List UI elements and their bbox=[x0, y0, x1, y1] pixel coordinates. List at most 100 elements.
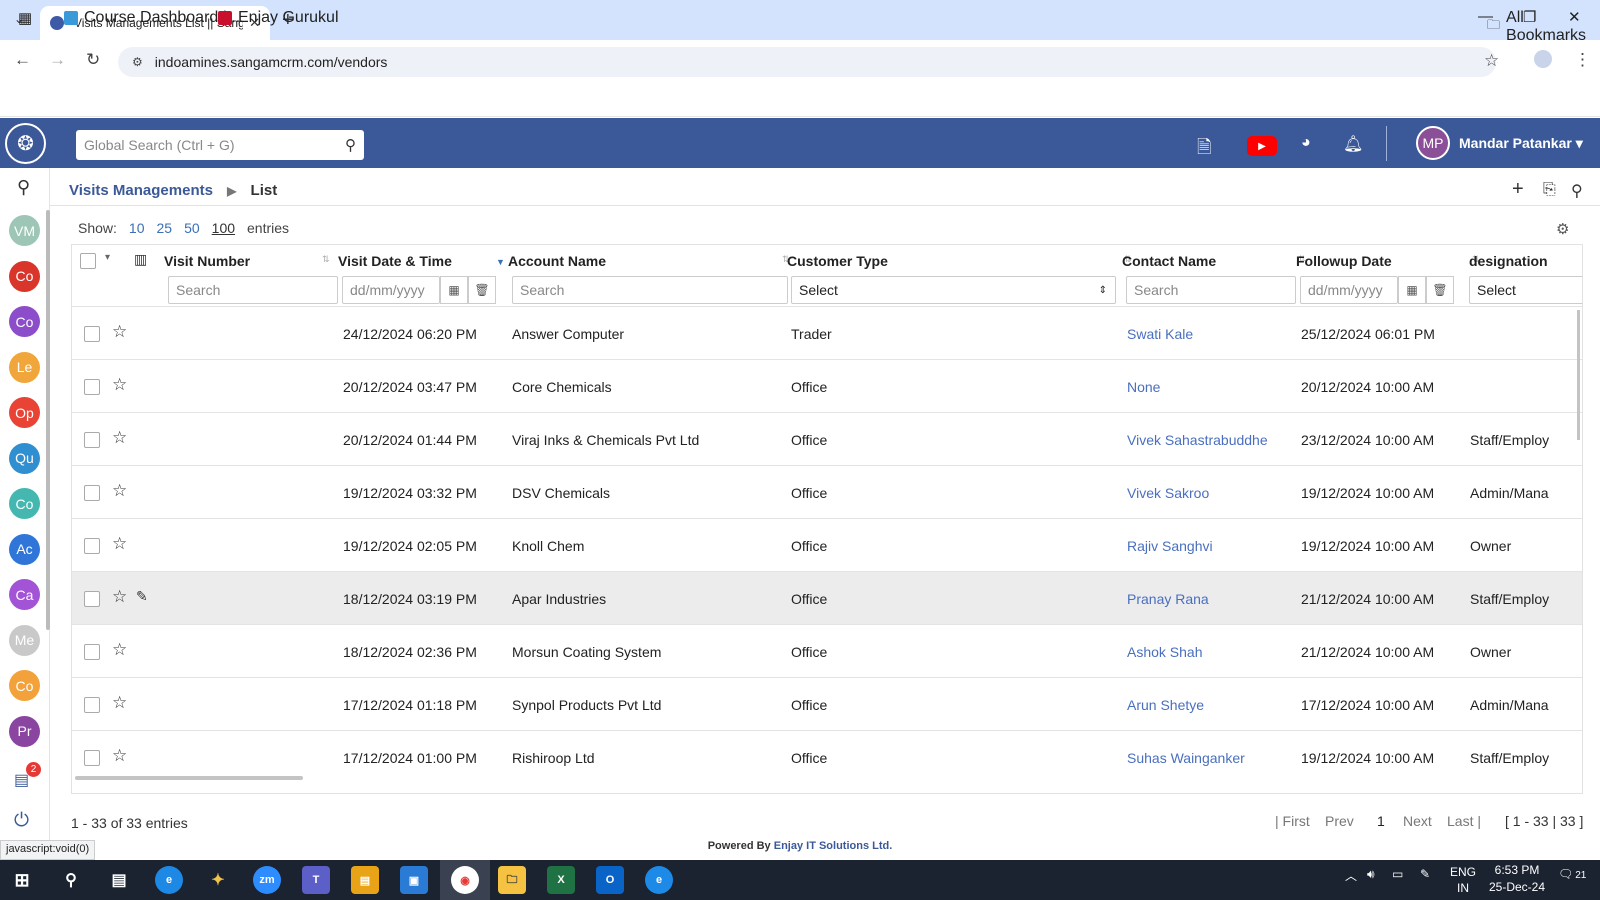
all-bookmarks[interactable]: 🗀 All Bookmarks bbox=[1487, 9, 1600, 45]
table-row[interactable]: ☆ 19/12/2024 02:05 PM Knoll Chem Office Raji… bbox=[72, 518, 1582, 571]
pen-icon[interactable]: ✎ bbox=[1420, 867, 1430, 881]
file-explorer-icon[interactable]: 🗀 bbox=[498, 866, 526, 894]
user-avatar[interactable]: MP bbox=[1416, 126, 1450, 160]
bulk-actions-caret-icon[interactable]: ▾ bbox=[105, 252, 110, 263]
clear-date-icon[interactable]: 🗑︎ bbox=[468, 276, 496, 304]
followup-date-filter-input[interactable]: dd/mm/yyyy bbox=[1300, 276, 1398, 304]
pager-first[interactable]: | First bbox=[1275, 813, 1310, 829]
module-avatar-8[interactable]: Ca bbox=[9, 579, 40, 610]
contact-name-link[interactable]: Swati Kale bbox=[1127, 326, 1193, 342]
table-row[interactable]: ☆ 19/12/2024 03:32 PM DSV Chemicals Office V… bbox=[72, 465, 1582, 518]
favorite-star-icon[interactable]: ☆ bbox=[112, 640, 127, 660]
visit-date-filter-input[interactable]: dd/mm/yyyy bbox=[342, 276, 440, 304]
row-checkbox[interactable] bbox=[84, 485, 100, 501]
row-checkbox[interactable] bbox=[84, 538, 100, 554]
network-icon[interactable]: ▭ bbox=[1392, 867, 1403, 881]
column-header-customer-type[interactable]: Customer Type bbox=[787, 245, 888, 276]
page-size-10[interactable]: 10 bbox=[129, 220, 145, 236]
table-row[interactable]: ☆ ✎ 18/12/2024 03:19 PM Apar Industries Offi… bbox=[72, 571, 1582, 624]
row-checkbox[interactable] bbox=[84, 644, 100, 660]
tray-overflow-icon[interactable]: ︿ bbox=[1345, 867, 1357, 884]
outlook-icon[interactable]: O bbox=[596, 866, 624, 894]
network-app-icon[interactable]: ✦ bbox=[204, 866, 232, 894]
account-search-input[interactable]: Search bbox=[512, 276, 788, 304]
profile-icon[interactable] bbox=[1534, 50, 1552, 68]
app-logo-icon[interactable]: ❂ bbox=[5, 123, 46, 164]
task-view-icon[interactable]: ▤ bbox=[105, 866, 133, 894]
column-header-contact-name[interactable]: Contact Name bbox=[1122, 245, 1216, 276]
contact-search-input[interactable]: Search bbox=[1126, 276, 1296, 304]
notification-center[interactable]: 🗨︎ 21 bbox=[1558, 867, 1586, 881]
bookmark-star-icon[interactable]: ☆ bbox=[1484, 51, 1499, 71]
contact-name-link[interactable]: Pranay Rana bbox=[1127, 591, 1209, 607]
favorite-star-icon[interactable]: ☆ bbox=[112, 746, 127, 766]
favorite-star-icon[interactable]: ☆ bbox=[112, 375, 127, 395]
bookmark-course-dashboard[interactable]: Course Dashboard |... bbox=[64, 9, 240, 27]
zoom-icon[interactable]: zm bbox=[253, 866, 281, 894]
row-checkbox[interactable] bbox=[84, 326, 100, 342]
list-search-icon[interactable]: ⚲ bbox=[1571, 181, 1583, 201]
volume-icon[interactable]: 🔊︎ bbox=[1367, 867, 1375, 882]
settings-gear-icon[interactable]: ⚙ bbox=[1556, 220, 1569, 238]
table-vertical-scrollbar[interactable] bbox=[1577, 310, 1580, 440]
user-menu[interactable]: Mandar Patankar ▾ bbox=[1459, 135, 1583, 152]
table-horizontal-scrollbar[interactable] bbox=[75, 776, 303, 780]
clear-date-icon[interactable]: 🗑︎ bbox=[1426, 276, 1454, 304]
favorite-star-icon[interactable]: ☆ bbox=[112, 481, 127, 501]
contact-name-link[interactable]: Suhas Wainganker bbox=[1127, 750, 1245, 766]
calendar-icon[interactable]: ▦ bbox=[440, 276, 468, 304]
favorite-star-icon[interactable]: ☆ bbox=[112, 693, 127, 713]
module-avatar-7[interactable]: Ac bbox=[9, 533, 40, 565]
table-row[interactable]: ☆ 20/12/2024 03:47 PM Core Chemicals Office… bbox=[72, 359, 1582, 412]
module-avatar-3[interactable]: Le bbox=[9, 351, 40, 383]
module-avatar-1[interactable]: Co bbox=[9, 260, 40, 292]
file-stack-icon[interactable]: ▤ bbox=[351, 866, 379, 894]
sort-desc-icon[interactable]: ▼ bbox=[496, 257, 505, 267]
forward-icon[interactable]: → bbox=[49, 50, 66, 70]
contact-name-link[interactable]: Vivek Sahastrabuddhe bbox=[1127, 432, 1268, 448]
customer-type-select[interactable]: Select ⇕ bbox=[791, 276, 1116, 304]
search-icon[interactable]: ⚲ bbox=[345, 136, 356, 154]
sort-icon[interactable]: ⇅ bbox=[322, 254, 330, 265]
reload-icon[interactable]: ↻ bbox=[86, 50, 100, 70]
module-search-icon[interactable]: ⚲ bbox=[17, 177, 30, 198]
site-settings-icon[interactable]: ⚙ bbox=[132, 55, 143, 69]
contact-name-link[interactable]: Ashok Shah bbox=[1127, 644, 1203, 660]
module-avatar-2[interactable]: Co bbox=[9, 306, 40, 337]
pager-prev[interactable]: Prev bbox=[1325, 813, 1354, 829]
teams-icon[interactable]: T bbox=[302, 866, 330, 894]
module-avatar-4[interactable]: Op bbox=[9, 397, 40, 428]
favorite-star-icon[interactable]: ☆ bbox=[112, 322, 127, 342]
edit-pencil-icon[interactable]: ✎ bbox=[136, 588, 148, 605]
module-avatar-10[interactable]: Co bbox=[9, 670, 40, 701]
power-icon[interactable]: ⏻ bbox=[14, 810, 29, 832]
rail-scrollbar[interactable] bbox=[46, 210, 50, 630]
table-row[interactable]: ☆ 20/12/2024 01:44 PM Viraj Inks & Chemica… bbox=[72, 412, 1582, 465]
row-checkbox[interactable] bbox=[84, 591, 100, 607]
app-window-icon[interactable]: ▣ bbox=[400, 866, 428, 894]
powered-by-company-link[interactable]: Enjay IT Solutions Ltd. bbox=[774, 840, 893, 852]
table-row[interactable]: ☆ 17/12/2024 01:18 PM Synpol Products Pvt … bbox=[72, 677, 1582, 730]
row-checkbox[interactable] bbox=[84, 697, 100, 713]
apps-grid-icon[interactable]: ▦ bbox=[18, 9, 32, 27]
export-icon[interactable]: ⎘ bbox=[1543, 181, 1556, 199]
module-avatar-11[interactable]: Pr bbox=[9, 715, 40, 747]
contact-name-link[interactable]: Vivek Sakroo bbox=[1127, 485, 1209, 501]
add-record-icon[interactable]: + bbox=[1512, 178, 1524, 201]
module-avatar-9[interactable]: Me bbox=[9, 624, 40, 656]
column-header-designation[interactable]: designation bbox=[1469, 245, 1548, 276]
edge-beta-icon[interactable]: e bbox=[645, 866, 673, 894]
column-header-visit-number[interactable]: Visit Number bbox=[164, 245, 250, 276]
contact-name-link[interactable]: Rajiv Sanghvi bbox=[1127, 538, 1213, 554]
module-avatar-6[interactable]: Co bbox=[9, 488, 40, 519]
document-search-icon[interactable]: 🗎 bbox=[1197, 135, 1211, 165]
calendar-icon[interactable]: ▦ bbox=[1398, 276, 1426, 304]
page-size-50[interactable]: 50 bbox=[184, 220, 200, 236]
chrome-icon[interactable]: ◉ bbox=[451, 866, 479, 894]
module-avatar-0[interactable]: VM bbox=[9, 215, 40, 246]
pager-last[interactable]: Last | bbox=[1447, 813, 1481, 829]
browser-menu-icon[interactable]: ⋮ bbox=[1574, 50, 1591, 70]
favorite-star-icon[interactable]: ☆ bbox=[112, 428, 127, 448]
row-checkbox[interactable] bbox=[84, 432, 100, 448]
global-search-input[interactable]: Global Search (Ctrl + G) ⚲ bbox=[76, 130, 364, 160]
